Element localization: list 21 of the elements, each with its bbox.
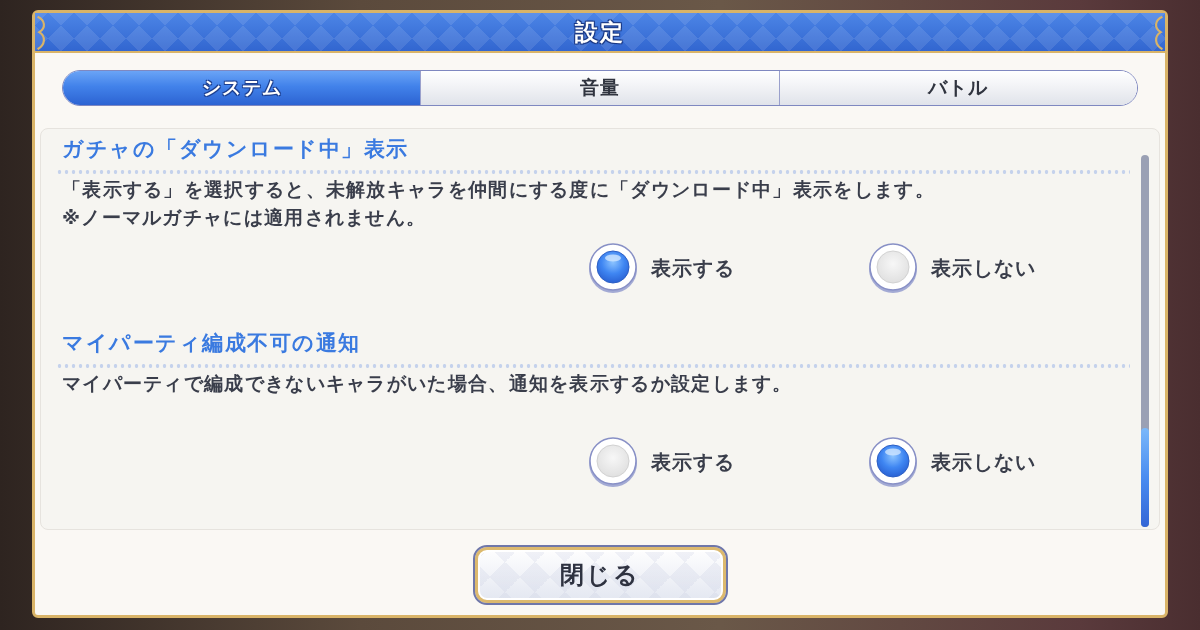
tab[interactable]: システム <box>63 71 421 105</box>
tab[interactable]: 音量 <box>420 71 779 105</box>
close-button[interactable]: 閉じる <box>472 545 728 605</box>
description-text: マイパーティで編成できないキャラがいた場合、通知を表示するか設定します。 <box>62 372 794 396</box>
radio-button[interactable] <box>868 242 918 294</box>
radio-button[interactable] <box>588 242 638 294</box>
radio-label[interactable]: 表示する <box>651 254 735 282</box>
radio-button[interactable] <box>588 436 638 488</box>
corner-ornament-icon <box>35 15 47 51</box>
description-text: ※ノーマルガチャには適用されません。 <box>62 206 428 230</box>
window-title: 設定 <box>575 17 625 47</box>
description-text: 「表示する」を選択すると、未解放キャラを仲間にする度に「ダウンロード中」表示をします。 <box>62 178 936 202</box>
scrollbar-thumb[interactable] <box>1141 428 1149 527</box>
section-heading: ガチャの「ダウンロード中」表示 <box>61 136 410 163</box>
corner-ornament-icon <box>1153 15 1165 51</box>
radio-label[interactable]: 表示しない <box>931 254 1036 282</box>
radio-button[interactable] <box>868 436 918 488</box>
tab[interactable]: バトル <box>778 71 1137 105</box>
section-heading: マイパーティ編成不可の通知 <box>61 330 362 357</box>
radio-label[interactable]: 表示しない <box>931 448 1036 476</box>
radio-label[interactable]: 表示する <box>651 448 735 476</box>
